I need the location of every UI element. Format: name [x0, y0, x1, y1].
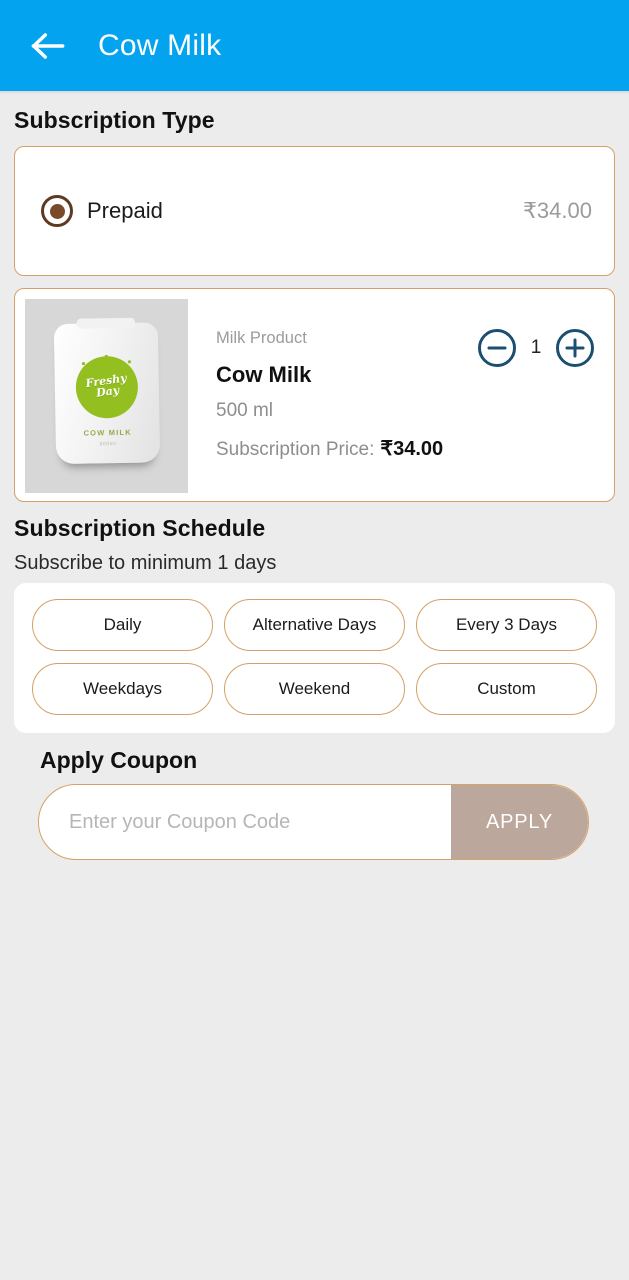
- coupon-row: APPLY: [38, 784, 589, 860]
- pack-label: COW MILK: [82, 427, 132, 438]
- product-info: Milk Product Cow Milk 500 ml Subscriptio…: [188, 299, 604, 491]
- subscription-type-card: Prepaid ₹34.00: [14, 146, 615, 276]
- product-price-label: Subscription Price:: [216, 439, 375, 460]
- quantity-stepper: 1: [476, 327, 596, 369]
- schedule-option-weekend[interactable]: Weekend: [224, 663, 405, 715]
- quantity-value: 1: [530, 337, 542, 358]
- product-image: Freshy Day COW MILK 500ml: [25, 299, 188, 493]
- minimum-days-note: Subscribe to minimum 1 days: [14, 552, 277, 574]
- product-size: 500 ml: [216, 400, 274, 421]
- radio-dot: [49, 203, 65, 219]
- product-price-value: ₹34.00: [380, 438, 444, 460]
- subscription-schedule-heading: Subscription Schedule: [14, 515, 266, 541]
- subscription-type-price: ₹34.00: [522, 198, 592, 223]
- header-shadow: [0, 91, 629, 94]
- page-title: Cow Milk: [98, 28, 222, 62]
- subscription-type-heading: Subscription Type: [14, 107, 215, 133]
- plus-circle-icon[interactable]: [554, 327, 596, 369]
- schedule-options-card: Daily Alternative Days Every 3 Days Week…: [14, 583, 615, 733]
- product-price-row: Subscription Price: ₹34.00: [216, 436, 604, 461]
- schedule-option-weekdays[interactable]: Weekdays: [32, 663, 213, 715]
- schedule-option-every-3-days[interactable]: Every 3 Days: [416, 599, 597, 651]
- milk-pouch-illustration: Freshy Day COW MILK 500ml: [53, 322, 160, 465]
- schedule-option-alternative-days[interactable]: Alternative Days: [224, 599, 405, 651]
- schedule-option-daily[interactable]: Daily: [32, 599, 213, 651]
- product-card: Freshy Day COW MILK 500ml Milk Product C…: [14, 288, 615, 502]
- schedule-option-custom[interactable]: Custom: [416, 663, 597, 715]
- back-arrow-icon[interactable]: [26, 24, 70, 68]
- subscription-screen: Cow Milk Subscription Type Prepaid ₹34.0…: [0, 0, 629, 1280]
- apply-coupon-button[interactable]: APPLY: [451, 785, 588, 859]
- apply-coupon-heading: Apply Coupon: [40, 747, 198, 773]
- subscription-type-label: Prepaid: [87, 198, 163, 223]
- pack-sub-label: 500ml: [99, 441, 116, 448]
- app-header: Cow Milk: [0, 0, 629, 91]
- minus-circle-icon[interactable]: [476, 327, 518, 369]
- coupon-input[interactable]: [39, 785, 451, 859]
- subscription-type-option-prepaid[interactable]: Prepaid ₹34.00: [41, 195, 592, 227]
- radio-selected-icon[interactable]: [41, 195, 73, 227]
